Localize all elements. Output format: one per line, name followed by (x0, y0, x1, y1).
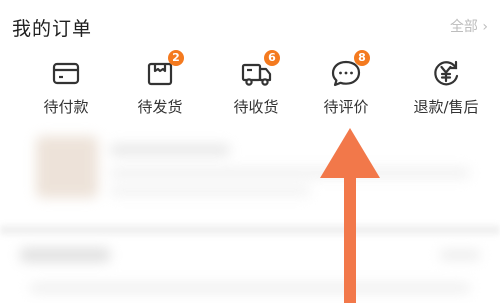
order-status-label: 待付款 (43, 98, 89, 116)
blurred-text (30, 283, 470, 293)
order-status-label: 待发货 (137, 98, 183, 116)
order-status-label: 退款/售后 (413, 98, 479, 116)
badge-count: 2 (168, 50, 184, 66)
blurred-text (110, 144, 230, 156)
blurred-section (0, 238, 500, 298)
section-divider (0, 225, 500, 235)
orders-card: 我的订单 全部 › 待付款 2 待发货 6 待收货 8 待评价 退款/售后 (0, 0, 500, 303)
order-status-pending-review[interactable]: 8 待评价 (296, 50, 396, 122)
order-status-pending-receipt[interactable]: 6 待收货 (206, 50, 306, 122)
order-status-pending-payment[interactable]: 待付款 (16, 50, 116, 122)
refund-yen-icon (429, 56, 463, 90)
order-status-label: 待评价 (323, 98, 369, 116)
blurred-text (110, 186, 310, 196)
order-status-refund-aftersale[interactable]: 退款/售后 (396, 50, 496, 122)
truck-icon: 6 (239, 50, 280, 90)
wallet-icon (49, 56, 83, 90)
order-status-row: 待付款 2 待发货 6 待收货 8 待评价 退款/售后 (0, 50, 500, 122)
blurred-text (440, 250, 480, 260)
order-status-pending-shipment[interactable]: 2 待发货 (110, 50, 210, 122)
blurred-order-preview (0, 128, 500, 208)
package-icon: 2 (143, 50, 184, 90)
section-title: 我的订单 (12, 18, 93, 40)
order-status-label: 待收货 (233, 98, 279, 116)
blurred-text (110, 168, 470, 178)
view-all-link[interactable]: 全部 › (450, 16, 488, 36)
chat-bubble-icon: 8 (329, 50, 370, 90)
badge-count: 8 (354, 50, 370, 66)
blurred-text (20, 248, 110, 262)
badge-count: 6 (264, 50, 280, 66)
product-thumbnail (36, 136, 98, 198)
